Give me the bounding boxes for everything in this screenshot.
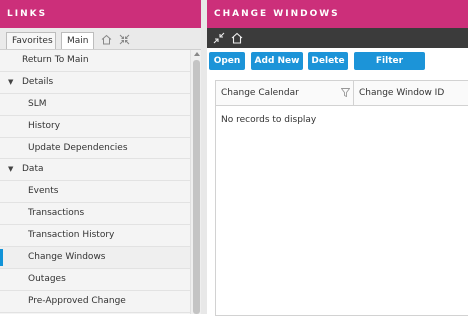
nav-item-label: History xyxy=(28,120,61,131)
change-windows-panel: CHANGE WINDOWS Open Add New Delete Filte… xyxy=(207,0,468,316)
nav-section-label: Data xyxy=(22,164,44,175)
home-icon[interactable] xyxy=(101,34,112,45)
nav-item-label: Change Windows xyxy=(28,252,106,263)
nav-item-label: Transaction History xyxy=(28,230,115,241)
delete-button[interactable]: Delete xyxy=(308,52,348,70)
nav-section-details[interactable]: ▼ Details xyxy=(0,72,190,94)
nav-item-label: Outages xyxy=(28,273,66,284)
scroll-up-icon[interactable] xyxy=(194,52,200,56)
nav-item-label: Update Dependencies xyxy=(28,142,128,153)
links-panel-title: LINKS xyxy=(0,0,201,28)
grid-header: Change Calendar Change Window ID xyxy=(216,81,468,106)
nav-item-history[interactable]: History xyxy=(0,116,190,138)
nav-item-outages[interactable]: Outages xyxy=(0,269,190,291)
links-nav-list: Return To Main ▼ Details SLM History Upd… xyxy=(0,50,190,313)
nav-item-label: Transactions xyxy=(28,208,85,219)
nav-item-transaction-history[interactable]: Transaction History xyxy=(0,225,190,248)
column-header-change-window-id[interactable]: Change Window ID xyxy=(359,81,444,105)
column-divider[interactable] xyxy=(353,81,354,105)
links-tab-bar: Favorites Main xyxy=(0,28,201,50)
filter-icon[interactable] xyxy=(340,88,351,98)
nav-item-label: SLM xyxy=(28,98,47,109)
nav-item-events[interactable]: Events xyxy=(0,181,190,204)
nav-item-return-to-main[interactable]: Return To Main xyxy=(0,50,190,72)
add-new-button[interactable]: Add New xyxy=(251,52,303,70)
expand-icon[interactable] xyxy=(213,32,225,44)
nav-item-pre-approved-change[interactable]: Pre-Approved Change xyxy=(0,291,190,313)
column-header-change-calendar[interactable]: Change Calendar xyxy=(221,81,299,105)
nav-section-label: Details xyxy=(22,76,54,87)
nav-item-change-windows[interactable]: Change Windows xyxy=(0,247,190,269)
nav-item-update-dependencies[interactable]: Update Dependencies xyxy=(0,138,190,160)
nav-section-data[interactable]: ▼ Data xyxy=(0,159,190,182)
nav-item-transactions[interactable]: Transactions xyxy=(0,203,190,226)
nav-item-label: Events xyxy=(28,186,59,197)
nav-item-slm[interactable]: SLM xyxy=(0,94,190,116)
links-panel: LINKS Favorites Main Return To Main ▼ De… xyxy=(0,0,202,314)
action-button-bar: Open Add New Delete Filter Columns xyxy=(207,48,468,84)
caret-down-icon[interactable]: ▼ xyxy=(8,72,13,94)
open-button[interactable]: Open xyxy=(209,52,245,70)
filter-columns-button[interactable]: Filter Columns xyxy=(354,52,425,84)
scrollbar-thumb[interactable] xyxy=(193,60,200,314)
caret-down-icon[interactable]: ▼ xyxy=(8,159,13,181)
nav-item-label: Pre-Approved Change xyxy=(28,295,126,306)
nav-item-label: Return To Main xyxy=(22,55,89,65)
empty-message: No records to display xyxy=(221,115,317,125)
tab-favorites[interactable]: Favorites xyxy=(6,32,56,49)
records-grid: Change Calendar Change Window ID No reco… xyxy=(215,80,468,316)
tab-main[interactable]: Main xyxy=(61,32,94,49)
home-icon[interactable] xyxy=(231,32,243,44)
change-windows-title: CHANGE WINDOWS xyxy=(207,0,468,28)
panel-toolbar xyxy=(207,28,468,48)
collapse-icon[interactable] xyxy=(119,34,130,45)
